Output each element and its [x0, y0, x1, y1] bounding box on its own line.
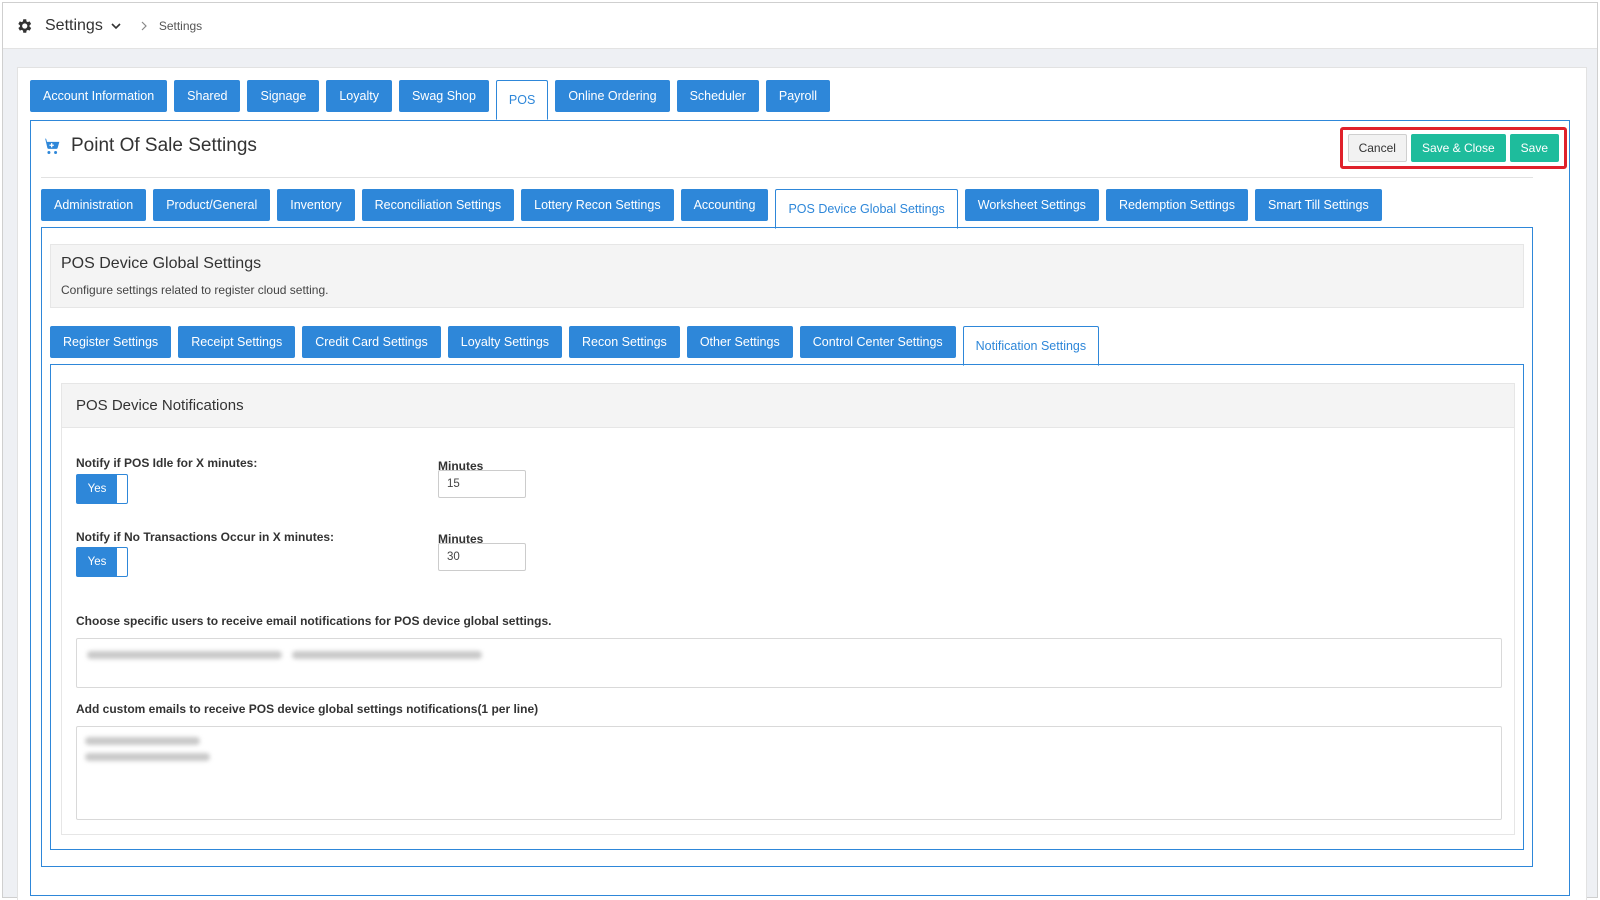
tab-scheduler[interactable]: Scheduler	[676, 80, 759, 112]
header-divider	[41, 177, 1533, 178]
custom-emails-textarea[interactable]	[76, 726, 1502, 820]
redacted-email-line	[85, 737, 200, 745]
pos-header: Point Of Sale Settings	[41, 135, 257, 157]
tab-loyalty-settings[interactable]: Loyalty Settings	[447, 326, 563, 358]
notification-settings-panel: POS Device Notifications Notify if POS I…	[50, 364, 1524, 850]
tab-inventory[interactable]: Inventory	[277, 189, 355, 221]
tab-receipt-settings[interactable]: Receipt Settings	[178, 326, 296, 358]
no-transactions-minutes-input[interactable]	[438, 543, 526, 571]
breadcrumb[interactable]: Settings	[159, 19, 202, 33]
tab-smart-till-settings[interactable]: Smart Till Settings	[1254, 189, 1382, 221]
app-title[interactable]: Settings	[45, 17, 103, 35]
save-and-close-button[interactable]: Save & Close	[1410, 134, 1506, 162]
toggle-yes-label: Yes	[77, 548, 117, 576]
tab-account-information[interactable]: Account Information	[30, 80, 168, 112]
top-bar: Settings Settings	[3, 3, 1597, 49]
tab-product-general[interactable]: Product/General	[153, 189, 271, 221]
tab-online-ordering[interactable]: Online Ordering	[555, 80, 670, 112]
tab-register-settings[interactable]: Register Settings	[50, 326, 172, 358]
idle-minutes-input[interactable]	[438, 470, 526, 498]
no-transactions-label: Notify if No Transactions Occur in X min…	[76, 530, 335, 544]
action-button-group: Cancel Save & Close Save	[1339, 127, 1567, 169]
tab-pos[interactable]: POS	[495, 80, 549, 120]
cart-icon	[42, 138, 60, 154]
tab-redemption-settings[interactable]: Redemption Settings	[1105, 189, 1248, 221]
tab-recon-settings[interactable]: Recon Settings	[569, 326, 680, 358]
cancel-button[interactable]: Cancel	[1347, 134, 1407, 162]
section-description: Configure settings related to register c…	[61, 283, 329, 297]
tab-other-settings[interactable]: Other Settings	[686, 326, 793, 358]
section-title: POS Device Global Settings	[61, 255, 262, 272]
no-transactions-toggle[interactable]: Yes	[76, 547, 128, 577]
chevron-down-icon[interactable]	[109, 19, 123, 33]
redacted-user-entry	[292, 651, 482, 659]
app-frame: Settings Settings Account Information Sh…	[2, 2, 1598, 900]
users-select-label: Choose specific users to receive email n…	[76, 614, 552, 628]
pos-settings-panel: Point Of Sale Settings Cancel Save & Clo…	[30, 120, 1570, 896]
chevron-right-icon	[141, 21, 147, 30]
redacted-user-entry	[87, 651, 282, 659]
tab-payroll[interactable]: Payroll	[765, 80, 831, 112]
tab-worksheet-settings[interactable]: Worksheet Settings	[964, 189, 1099, 221]
gear-icon[interactable]	[15, 17, 33, 35]
users-select-field[interactable]	[76, 638, 1502, 688]
tab-loyalty[interactable]: Loyalty	[326, 80, 392, 112]
tab-signage[interactable]: Signage	[247, 80, 320, 112]
page-title: Point Of Sale Settings	[71, 135, 257, 156]
tab-shared[interactable]: Shared	[174, 80, 241, 112]
notifications-title: POS Device Notifications	[62, 384, 1514, 428]
global-settings-panel: POS Device Global Settings Configure set…	[41, 227, 1533, 867]
pos-device-notifications: POS Device Notifications Notify if POS I…	[61, 383, 1515, 835]
redacted-email-line	[85, 753, 210, 761]
toggle-yes-label: Yes	[77, 475, 117, 503]
tab-administration[interactable]: Administration	[41, 189, 147, 221]
custom-emails-label: Add custom emails to receive POS device …	[76, 702, 539, 716]
global-tab-bar: Register Settings Receipt Settings Credi…	[50, 326, 1100, 366]
tab-accounting[interactable]: Accounting	[680, 189, 769, 221]
global-settings-header: POS Device Global Settings Configure set…	[50, 244, 1524, 308]
tab-pos-device-global-settings[interactable]: POS Device Global Settings	[775, 189, 958, 229]
tab-credit-card-settings[interactable]: Credit Card Settings	[302, 326, 441, 358]
settings-card: Account Information Shared Signage Loyal…	[17, 67, 1587, 900]
idle-notify-label: Notify if POS Idle for X minutes:	[76, 456, 258, 470]
pos-tab-bar: Administration Product/General Inventory…	[41, 189, 1382, 229]
top-tab-bar: Account Information Shared Signage Loyal…	[30, 80, 831, 120]
save-button[interactable]: Save	[1509, 134, 1559, 162]
tab-lottery-recon-settings[interactable]: Lottery Recon Settings	[521, 189, 674, 221]
tab-swag-shop[interactable]: Swag Shop	[398, 80, 489, 112]
tab-notification-settings[interactable]: Notification Settings	[962, 326, 1100, 366]
tab-reconciliation-settings[interactable]: Reconciliation Settings	[361, 189, 515, 221]
tab-control-center-settings[interactable]: Control Center Settings	[799, 326, 956, 358]
idle-notify-toggle[interactable]: Yes	[76, 474, 128, 504]
